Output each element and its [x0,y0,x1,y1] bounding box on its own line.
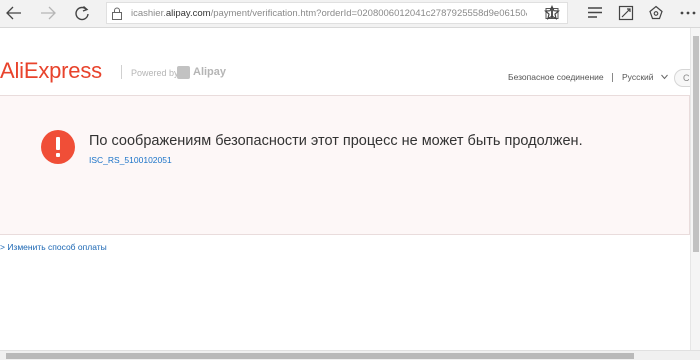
error-icon [41,130,75,164]
star-icon[interactable] [540,2,564,24]
secure-connection-link[interactable]: Безопасное соединение [508,71,604,83]
url-domain: alipay.com [165,8,211,19]
browser-toolbar: icashier.alipay.com/payment/verification… [0,0,700,28]
vertical-scrollbar[interactable] [690,28,700,350]
chevron-down-icon[interactable] [661,74,668,80]
header-separator [612,73,613,82]
horizontal-scrollbar[interactable] [0,350,700,360]
address-bar[interactable]: icashier.alipay.com/payment/verification… [106,2,568,24]
url-prefix: icashier. [131,8,166,19]
powered-by-label: Powered by [131,68,179,78]
logo-divider [121,65,122,79]
error-code-link[interactable]: ISC_RS_5100102051 [89,154,172,166]
change-payment-link[interactable]: > Изменить способ оплаты [0,241,107,253]
more-icon[interactable] [676,2,700,24]
share-icon[interactable] [644,2,668,24]
error-panel: По соображениям безопасности этот процес… [0,95,690,235]
hub-icon[interactable] [583,2,607,24]
url-path: /payment/verification.htm?orderId=020800… [210,8,527,19]
back-arrow-icon[interactable] [2,2,26,24]
refresh-icon[interactable] [70,2,94,24]
language-selector[interactable]: Русский [622,71,654,83]
alipay-logo-text: Alipay [193,66,227,78]
url-text[interactable]: icashier.alipay.com/payment/verification… [131,6,527,21]
forward-arrow-icon[interactable] [36,2,60,24]
error-message: По соображениям безопасности этот процес… [89,133,583,149]
alipay-logo-icon [177,66,190,79]
horizontal-scrollbar-thumb[interactable] [6,353,634,359]
lock-icon [112,7,122,20]
vertical-scrollbar-thumb[interactable] [693,36,699,252]
web-note-icon[interactable] [614,2,638,24]
aliexpress-logo[interactable]: AliExpress [0,57,102,85]
